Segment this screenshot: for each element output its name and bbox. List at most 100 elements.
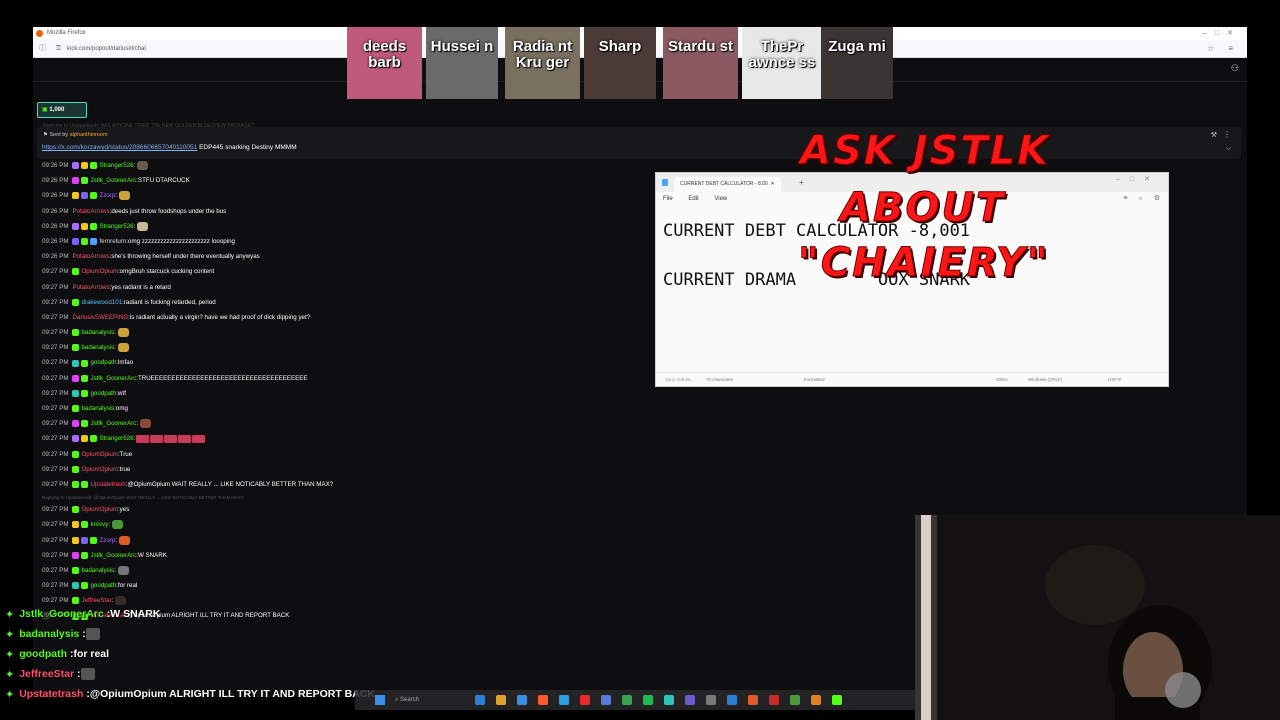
taskbar-search[interactable]: ⌕ Search	[395, 695, 419, 705]
chat-message[interactable]: 09:26 PM Stranger526:	[33, 158, 653, 173]
message-username[interactable]: goodpath	[90, 355, 116, 370]
message-username[interactable]: OpiumOpium	[81, 447, 117, 462]
chat-message[interactable]: 09:27 PM badanalysis: omg	[33, 401, 653, 416]
menu-file[interactable]: File	[663, 196, 673, 202]
chat-message[interactable]: 09:26 PM Jstlk_GoonerArc: STFU DTARCUCK	[33, 173, 653, 188]
url-text[interactable]: kick.com/popout/dariusirl/chat	[67, 46, 146, 52]
bookmark-icon[interactable]: ☆ ≡	[1207, 40, 1239, 58]
message-username[interactable]: Jstlk_GoonerArc	[90, 173, 136, 188]
message-username[interactable]: PotatoArrows	[72, 204, 109, 219]
chat-message[interactable]: 09:27 PM PotatoArrows: yes radiant is a r…	[33, 280, 653, 295]
message-username[interactable]: Jstlk_GoonerArc	[90, 371, 136, 386]
message-username[interactable]: PotatoArrows	[72, 249, 109, 264]
chat-message[interactable]: 09:27 PM OpiumOpium: omgBruh starcuck cuc…	[33, 264, 653, 279]
chat-message[interactable]: 09:27 PM goodpath: wtf	[33, 386, 653, 401]
chat-message[interactable]: 09:27 PM OpiumOpium: yes	[33, 502, 653, 517]
windows-start-icon[interactable]	[375, 695, 385, 705]
message-username[interactable]: Zzorp	[99, 188, 115, 203]
taskbar-app-icon[interactable]	[622, 695, 632, 705]
message-username[interactable]: fernreturn	[99, 234, 126, 249]
notepad-window-controls[interactable]: –□✕	[1116, 175, 1160, 183]
tab-close-icon[interactable]: ✕	[771, 181, 775, 187]
site-info-icon[interactable]: ⓘ ⚿	[39, 40, 65, 58]
chat-message[interactable]: 09:27 PM OpiumOpium: True	[33, 447, 653, 462]
chat-message[interactable]: 09:27 PM Jstlk_GoonerArc: W SNARK	[33, 548, 653, 563]
chat-message[interactable]: 09:26 PM Zzorp:	[33, 188, 653, 203]
taskbar-app-icon[interactable]	[685, 695, 695, 705]
message-username[interactable]: OpiumOpium	[81, 502, 117, 517]
taskbar-app-icon[interactable]	[727, 695, 737, 705]
chat-message[interactable]: 09:27 PM DariusisSWEEPING: is radiant act…	[33, 310, 653, 325]
chat-message[interactable]: 09:26 PM PotatoArrows: deeds just throw f…	[33, 204, 653, 219]
chat-message[interactable]: 09:26 PM fernreturn: omg zzzzzzzzzzzzzzzz…	[33, 234, 653, 249]
new-tab-icon[interactable]: +	[799, 178, 804, 187]
taskbar-app-icon[interactable]	[706, 695, 716, 705]
message-username[interactable]: drakewood101	[81, 295, 122, 310]
pin-icon[interactable]: ⚒	[1211, 131, 1217, 139]
users-icon[interactable]: ⚇	[1231, 63, 1239, 74]
pinned-link[interactable]: https://x.com/korzawyd/status/2086606657…	[42, 144, 197, 151]
taskbar-app-icon[interactable]	[832, 695, 842, 705]
message-username[interactable]: Stranger526	[99, 158, 133, 173]
message-username[interactable]: DariusisSWEEPING	[72, 310, 128, 325]
taskbar-app-icon[interactable]	[811, 695, 821, 705]
chat-message[interactable]: 09:26 PM Stranger526:	[33, 219, 653, 234]
pinned-message[interactable]: ⚑ Sent by alphanthinroom https://x.com/k…	[37, 127, 1241, 159]
menu-view[interactable]: View	[714, 196, 727, 202]
chat-message[interactable]: 09:27 PM badanalysis:	[33, 340, 653, 355]
chat-message[interactable]: 09:27 PM OpiumOpium: true	[33, 462, 653, 477]
taskbar-app-icon[interactable]	[643, 695, 653, 705]
chat-message[interactable]: 09:27 PM Zzorp:	[33, 533, 653, 548]
chat-message[interactable]: 09:27 PM Stranger526:	[33, 431, 653, 446]
sent-by-user[interactable]: alphanthinroom	[70, 132, 108, 138]
message-username[interactable]: OpiumOpium	[81, 462, 117, 477]
settings-gear-icon[interactable]: ≡ ☼ ⚙	[1123, 192, 1160, 206]
user-badge-icon	[81, 435, 89, 443]
chat-message[interactable]: 09:27 PM badanalysis:	[33, 563, 653, 578]
chat-message[interactable]: 09:27 PM goodpath: lmfao	[33, 355, 653, 370]
taskbar-app-icon[interactable]	[769, 695, 779, 705]
screen: Mozilla Firefox –□✕ ⓘ ⚿ kick.com/popout/…	[0, 0, 1280, 720]
overlay-chat-row: ✦ Jstlk_GoonerArc : W SNARK	[0, 604, 420, 624]
notepad-tab[interactable]: CURRENT DEBT CALCULATOR - 8,00 ✕	[674, 177, 781, 192]
message-text: TRUEEEEEEEEEEEEEEEEEEEEEEEEEEEEEEEEEEEEE…	[137, 374, 308, 382]
taskbar-app-icon[interactable]	[559, 695, 569, 705]
message-username[interactable]: Jstlk_GoonerArc	[90, 416, 136, 431]
message-username[interactable]: badanalysis	[81, 401, 114, 416]
message-username[interactable]: Stranger526	[99, 219, 133, 234]
chat-message[interactable]: 09:27 PM goodpath: for real	[33, 578, 653, 593]
taskbar-app-icon[interactable]	[580, 695, 590, 705]
chat-message[interactable]: 09:27 PM Jstlk_GoonerArc: TRUEEEEEEEEEEEE…	[33, 371, 653, 386]
goal-badge[interactable]: ▣ 1,000	[37, 102, 87, 118]
message-username[interactable]: badanalysis	[81, 325, 114, 340]
message-username[interactable]: Jstlk_GoonerArc	[90, 548, 136, 563]
taskbar-app-icon[interactable]	[538, 695, 548, 705]
menu-edit[interactable]: Edit	[688, 196, 698, 202]
message-username[interactable]: badanalysis	[81, 563, 114, 578]
message-username[interactable]: OpiumOpium	[81, 264, 117, 279]
taskbar-app-icon[interactable]	[664, 695, 674, 705]
message-username[interactable]: PotatoArrows	[72, 280, 109, 295]
chat-message[interactable]: 09:26 PM PotatoArrows: she's throwing her…	[33, 249, 653, 264]
sub-badge-icon: ✦	[5, 608, 15, 621]
taskbar-app-icon[interactable]	[475, 695, 485, 705]
chat-message[interactable]: 09:27 PM Jstlk_GoonerArc:	[33, 416, 653, 431]
taskbar-app-icon[interactable]	[748, 695, 758, 705]
taskbar-app-icon[interactable]	[496, 695, 506, 705]
message-username[interactable]: badanalysis	[81, 340, 114, 355]
window-controls[interactable]: –□✕	[1203, 27, 1241, 40]
message-username[interactable]: Zzorp	[99, 533, 115, 548]
taskbar-app-icon[interactable]	[601, 695, 611, 705]
chevron-down-icon[interactable]: ⌵	[1226, 145, 1231, 153]
message-username[interactable]: Stranger526	[99, 431, 133, 446]
chat-message[interactable]: 09:27 PM badanalysis:	[33, 325, 653, 340]
taskbar-app-icon[interactable]	[517, 695, 527, 705]
message-username[interactable]: krovvy	[90, 517, 108, 532]
chat-message[interactable]: 09:27 PM krovvy:	[33, 517, 653, 532]
chat-message[interactable]: 09:27 PM drakewood101: radiant is fucking…	[33, 295, 653, 310]
more-icon[interactable]: ⋮	[1223, 130, 1231, 139]
taskbar-app-icon[interactable]	[790, 695, 800, 705]
message-username[interactable]: goodpath	[90, 578, 116, 593]
message-username[interactable]: goodpath	[90, 386, 116, 401]
overlay-username: Jstlk_GoonerArc	[19, 608, 104, 620]
